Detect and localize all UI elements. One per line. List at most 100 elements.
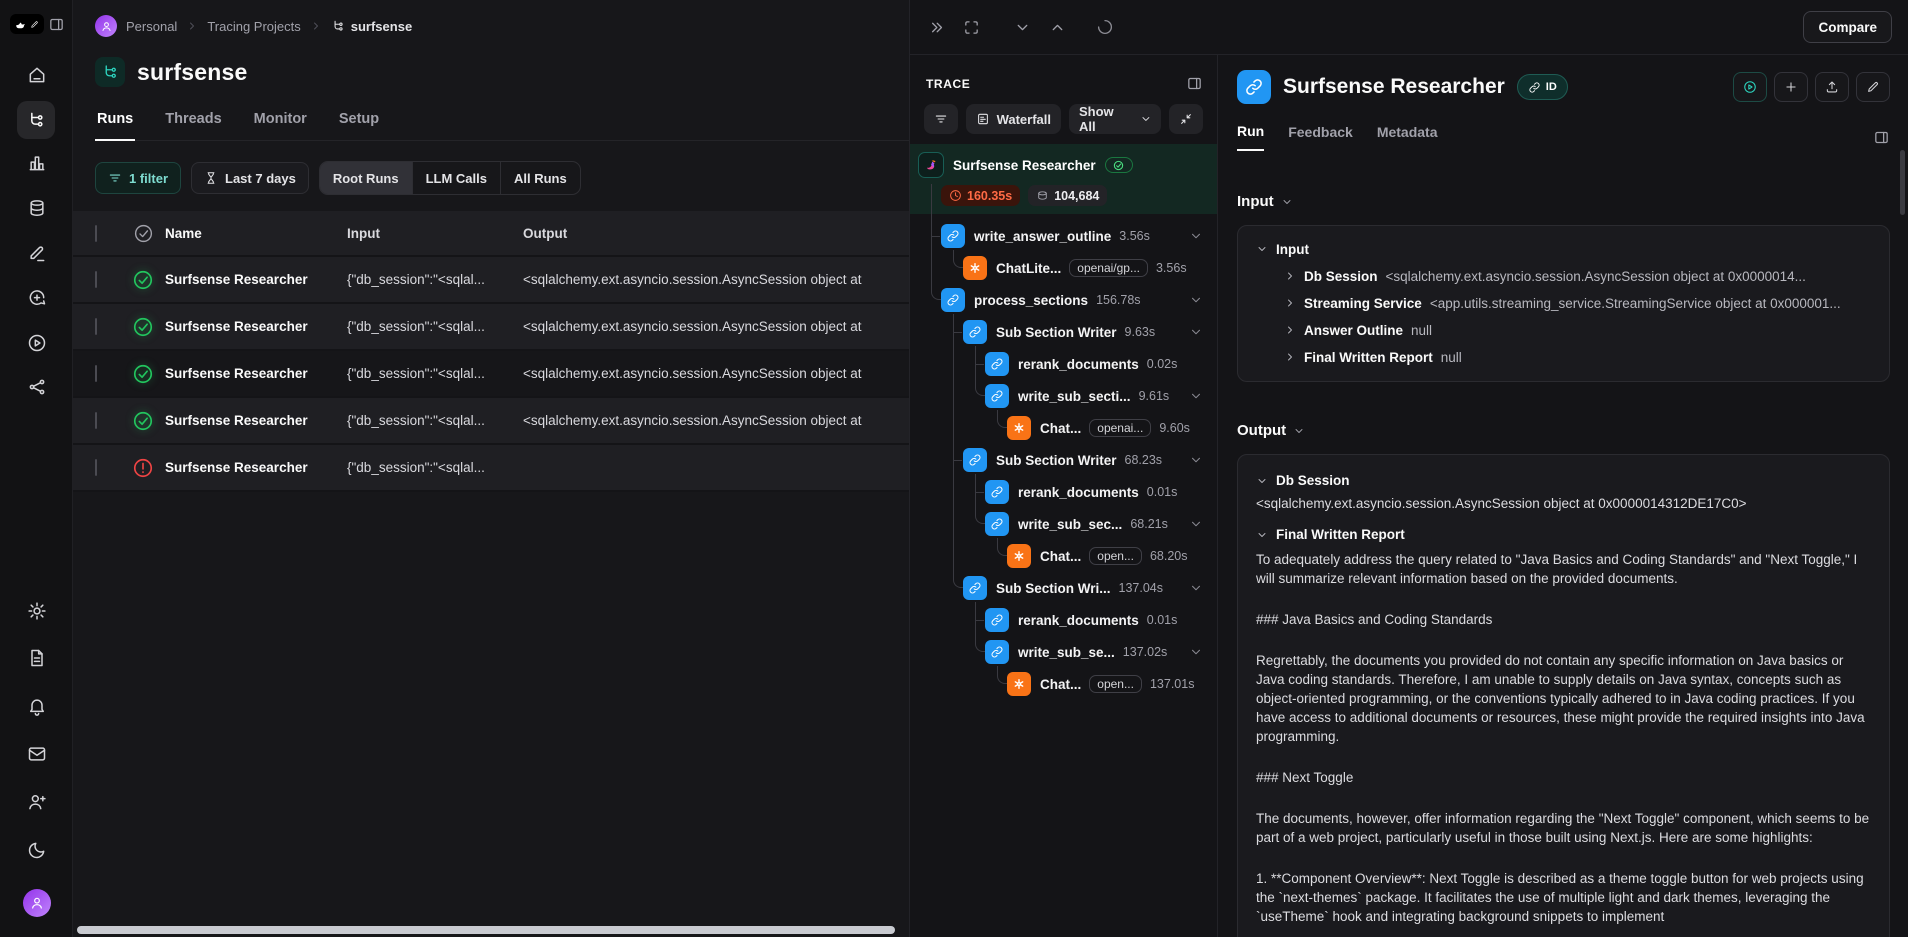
column-header-input[interactable]: Input xyxy=(347,226,523,241)
vertical-scrollbar[interactable] xyxy=(1900,150,1905,215)
output-report-row[interactable]: Final Written Report xyxy=(1256,527,1871,542)
trace-node-write-sub-section[interactable]: write_sub_se...137.02s xyxy=(910,636,1217,668)
run-name[interactable]: Surfsense Researcher xyxy=(165,272,347,287)
input-field-row[interactable]: Db Session <sqlalchemy.ext.asyncio.sessi… xyxy=(1284,269,1871,284)
add-to-dataset-button[interactable] xyxy=(1774,72,1808,102)
chevron-down-icon[interactable] xyxy=(1189,453,1203,467)
annotate-button[interactable] xyxy=(1856,72,1890,102)
breadcrumb-tracing-projects[interactable]: Tracing Projects xyxy=(207,19,300,34)
run-name[interactable]: Surfsense Researcher xyxy=(165,460,347,475)
output-section-header[interactable]: Output xyxy=(1237,422,1890,439)
trace-node-write-answer-outline[interactable]: write_answer_outline3.56s xyxy=(910,220,1217,252)
chevron-right-icon[interactable] xyxy=(1284,297,1296,309)
compare-button[interactable]: Compare xyxy=(1803,11,1892,43)
chevron-down-icon[interactable] xyxy=(1189,325,1203,339)
expand-fullscreen-icon[interactable] xyxy=(963,19,980,36)
chevron-right-icon[interactable] xyxy=(1284,324,1296,336)
workspace-avatar[interactable] xyxy=(95,15,117,37)
sidebar-item-invite-members[interactable] xyxy=(0,792,73,812)
sidebar-item-docs[interactable] xyxy=(0,648,73,668)
breadcrumb-project[interactable]: surfsense xyxy=(331,19,412,34)
chevron-right-icon[interactable] xyxy=(1284,270,1296,282)
segment-root-runs[interactable]: Root Runs xyxy=(320,162,413,194)
sidebar-item-inbox[interactable] xyxy=(0,744,73,764)
sidebar-item-playground[interactable] xyxy=(0,333,73,353)
chevron-right-icon[interactable] xyxy=(1284,351,1296,363)
input-field-row[interactable]: Streaming Service <app.utils.streaming_s… xyxy=(1284,296,1871,311)
row-checkbox[interactable] xyxy=(95,412,97,429)
chevron-down-icon[interactable] xyxy=(1189,293,1203,307)
share-run-button[interactable] xyxy=(1815,72,1849,102)
run-id-badge[interactable]: ID xyxy=(1517,74,1568,100)
trace-node-sub-section-writer[interactable]: Sub Section Wri...137.04s xyxy=(910,572,1217,604)
open-in-playground-button[interactable] xyxy=(1733,72,1767,102)
trace-node-rerank-documents[interactable]: rerank_documents0.01s xyxy=(910,604,1217,636)
run-name[interactable]: Surfsense Researcher xyxy=(165,366,347,381)
panel-layout-icon[interactable] xyxy=(1186,75,1203,92)
tab-run[interactable]: Run xyxy=(1237,123,1264,151)
column-header-name[interactable]: Name xyxy=(165,226,347,241)
panel-layout-icon[interactable] xyxy=(1873,129,1890,146)
sidebar-item-dark-mode[interactable] xyxy=(0,840,73,860)
trace-root-node[interactable]: Surfsense Researcher 160.35s 104,684 xyxy=(910,144,1217,214)
tab-runs[interactable]: Runs xyxy=(95,111,135,141)
row-checkbox[interactable] xyxy=(95,365,97,382)
next-run-icon[interactable] xyxy=(1014,19,1031,36)
trace-node-chat-llm[interactable]: Chat...open...68.20s xyxy=(910,540,1217,572)
waterfall-button[interactable]: Waterfall xyxy=(966,104,1061,134)
input-field-row[interactable]: Answer Outline null xyxy=(1284,323,1871,338)
tab-setup[interactable]: Setup xyxy=(337,111,381,140)
show-all-dropdown[interactable]: Show All xyxy=(1069,104,1161,134)
output-db-session-row[interactable]: Db Session xyxy=(1256,473,1871,488)
collapse-all-button[interactable] xyxy=(1169,104,1203,134)
sidebar-item-tracing-projects[interactable] xyxy=(17,101,55,139)
sidebar-item-notifications[interactable] xyxy=(0,696,73,716)
table-row[interactable]: Surfsense Researcher {"db_session":"<sql… xyxy=(73,304,909,351)
user-avatar[interactable] xyxy=(0,889,73,917)
sidebar-item-home[interactable] xyxy=(0,65,73,85)
chevron-down-icon[interactable] xyxy=(1256,529,1268,541)
select-all-checkbox[interactable] xyxy=(95,225,97,242)
sidebar-toggle-icon[interactable] xyxy=(48,16,65,33)
table-row[interactable]: Surfsense Researcher {"db_session":"<sql… xyxy=(73,398,909,445)
table-row-selected[interactable]: Surfsense Researcher {"db_session":"<sql… xyxy=(73,351,909,398)
input-field-row[interactable]: Final Written Report null xyxy=(1284,350,1871,365)
sidebar-item-datasets[interactable] xyxy=(0,198,73,218)
trace-filter-button[interactable] xyxy=(924,104,958,134)
run-name[interactable]: Surfsense Researcher xyxy=(165,413,347,428)
collapse-panel-icon[interactable] xyxy=(928,19,945,36)
input-root-row[interactable]: Input xyxy=(1256,242,1871,257)
row-checkbox[interactable] xyxy=(95,271,97,288)
chevron-down-icon[interactable] xyxy=(1189,581,1203,595)
chevron-down-icon[interactable] xyxy=(1256,243,1268,255)
trace-node-write-sub-section[interactable]: write_sub_secti...9.61s xyxy=(910,380,1217,412)
segment-llm-calls[interactable]: LLM Calls xyxy=(413,162,501,194)
chevron-down-icon[interactable] xyxy=(1189,389,1203,403)
chevron-down-icon[interactable] xyxy=(1189,517,1203,531)
trace-node-chat-llm[interactable]: Chat...open...137.01s xyxy=(910,668,1217,700)
trace-node-rerank-documents[interactable]: rerank_documents0.01s xyxy=(910,476,1217,508)
chevron-down-icon[interactable] xyxy=(1256,475,1268,487)
table-row[interactable]: Surfsense Researcher {"db_session":"<sql… xyxy=(73,257,909,304)
trace-node-sub-section-writer[interactable]: Sub Section Writer9.63s xyxy=(910,316,1217,348)
langsmith-logo[interactable] xyxy=(10,14,44,34)
chevron-down-icon[interactable] xyxy=(1189,229,1203,243)
input-section-header[interactable]: Input xyxy=(1237,193,1890,210)
trace-node-chat-llm[interactable]: Chat...openai...9.60s xyxy=(910,412,1217,444)
sidebar-item-deployments[interactable] xyxy=(0,377,73,397)
tab-feedback[interactable]: Feedback xyxy=(1288,124,1353,150)
previous-run-icon[interactable] xyxy=(1049,19,1066,36)
sidebar-item-monitoring[interactable] xyxy=(0,153,73,173)
trace-node-rerank-documents[interactable]: rerank_documents0.02s xyxy=(910,348,1217,380)
trace-node-write-sub-section[interactable]: write_sub_sec...68.21s xyxy=(910,508,1217,540)
row-checkbox[interactable] xyxy=(95,318,97,335)
column-header-output[interactable]: Output xyxy=(523,226,909,241)
horizontal-scrollbar[interactable] xyxy=(77,926,895,934)
sidebar-item-settings[interactable] xyxy=(0,601,73,621)
segment-all-runs[interactable]: All Runs xyxy=(501,162,580,194)
trace-node-chatlitellm[interactable]: ChatLite...openai/gp...3.56s xyxy=(910,252,1217,284)
run-name[interactable]: Surfsense Researcher xyxy=(165,319,347,334)
breadcrumb-personal[interactable]: Personal xyxy=(126,19,177,34)
sidebar-item-annotation-queues[interactable] xyxy=(0,243,73,263)
filter-count-button[interactable]: 1 filter xyxy=(95,162,181,194)
